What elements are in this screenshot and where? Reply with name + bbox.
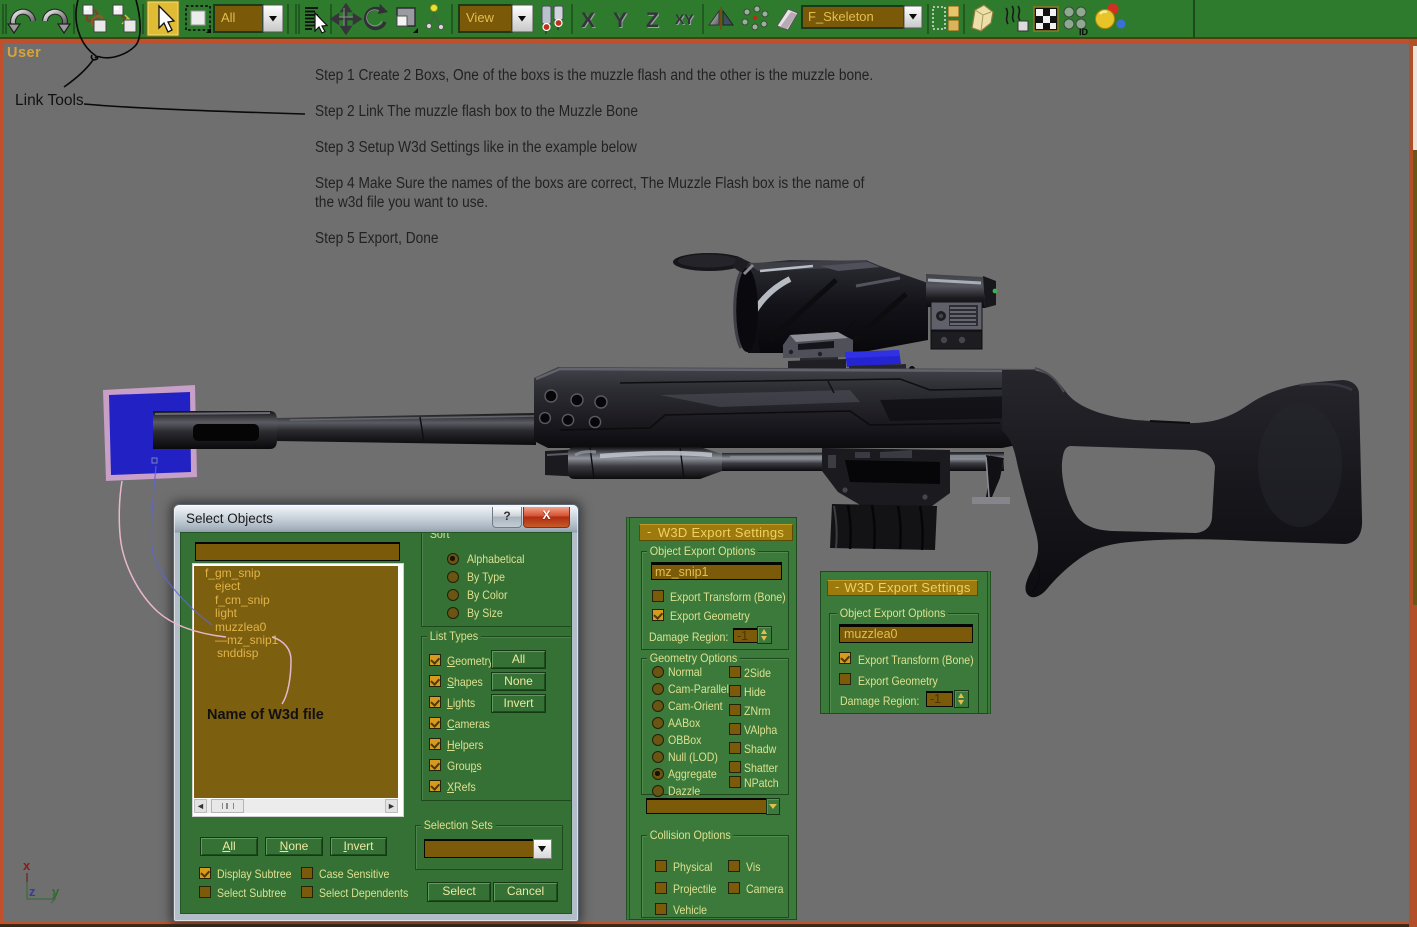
svg-text:View: View <box>466 10 495 25</box>
svg-text:Z: Z <box>646 9 659 32</box>
svg-text:Y: Y <box>613 9 627 32</box>
svg-text:X: X <box>581 9 595 32</box>
svg-text:XY: XY <box>675 11 694 27</box>
svg-text:All: All <box>221 10 236 25</box>
svg-text:ID: ID <box>1079 27 1089 37</box>
svg-text:F_Skeleton: F_Skeleton <box>808 9 874 24</box>
